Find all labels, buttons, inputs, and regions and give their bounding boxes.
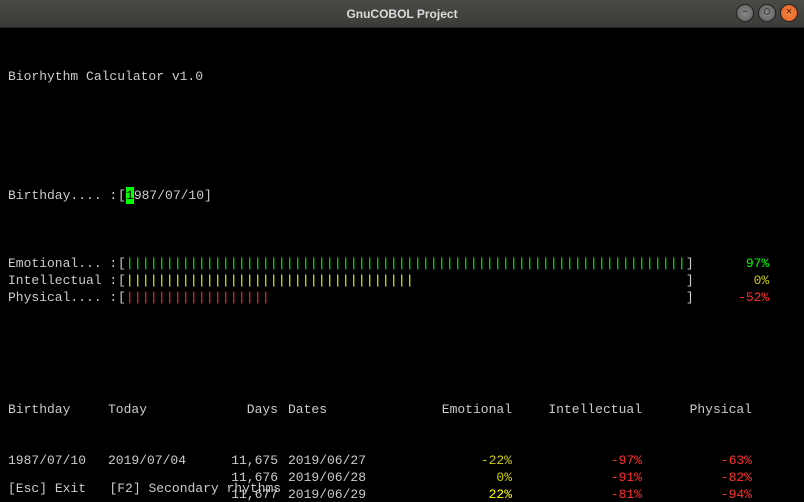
birthday-input[interactable]: 987/07/10 [134,187,204,204]
cell-date: 2019/06/27 [288,452,398,469]
bar-body: |||||||||||||||||| [126,289,686,306]
exit-label: Exit [55,480,86,497]
window-title: GnuCOBOL Project [346,7,457,21]
bar-row: Physical.... :[|||||||||||||||||| ] -52% [8,289,796,306]
cell-physical: -63% [648,452,758,469]
window-controls: – ◯ ✕ [736,4,798,22]
bar-percent: -52% [709,289,769,306]
maximize-icon[interactable]: ◯ [758,4,776,22]
cell-emotional: -22% [398,452,518,469]
minimize-icon[interactable]: – [736,4,754,22]
bar-body: ||||||||||||||||||||||||||||||||||||||||… [126,255,686,272]
footer: [Esc] Exit [F2] Secondary rhythms [8,480,796,497]
table-row: 1987/07/102019/07/0411,6752019/06/27-22%… [8,452,796,469]
cursor[interactable]: 1 [126,187,134,204]
bar-percent: 97% [709,255,769,272]
exit-shortcut[interactable]: [Esc] [8,480,47,497]
cell-days: 11,675 [208,452,288,469]
f2-shortcut[interactable]: [F2] [109,480,140,497]
bar-label: Emotional... : [8,255,118,272]
terminal: Biorhythm Calculator v1.0 Birthday.... :… [0,28,804,502]
table-header: Birthday Today Days Dates Emotional Inte… [8,401,796,418]
bar-percent: 0% [709,272,769,289]
birthday-row: Birthday.... : [1987/07/10] [8,187,796,204]
titlebar: GnuCOBOL Project – ◯ ✕ [0,0,804,28]
f2-label: Secondary rhythms [148,480,281,497]
bar-label: Intellectual : [8,272,118,289]
close-icon[interactable]: ✕ [780,4,798,22]
bar-row: Emotional... :[|||||||||||||||||||||||||… [8,255,796,272]
bar-label: Physical.... : [8,289,118,306]
app-title: Biorhythm Calculator v1.0 [8,68,203,85]
bar-row: Intellectual :[|||||||||||||||||||||||||… [8,272,796,289]
birthday-label: Birthday.... : [8,187,118,204]
cell-intellectual: -97% [518,452,648,469]
bar-body: |||||||||||||||||||||||||||||||||||| [126,272,686,289]
